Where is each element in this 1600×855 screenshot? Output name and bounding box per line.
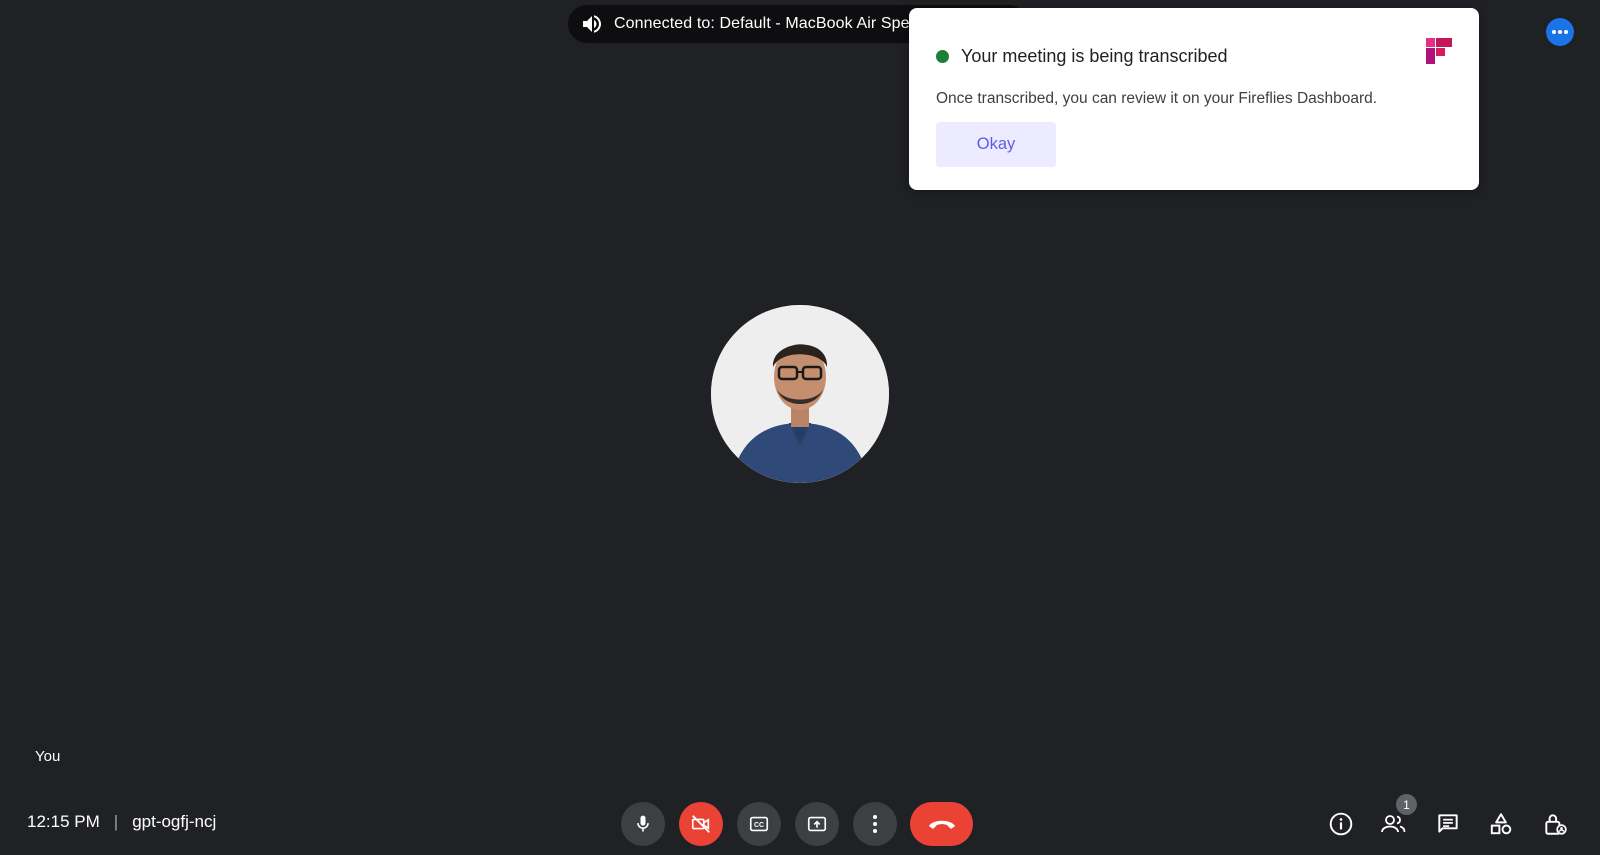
more-vert-icon xyxy=(873,815,877,833)
audio-output-text: Connected to: Default - MacBook Air Spea… xyxy=(614,15,950,32)
participant-avatar xyxy=(711,305,889,483)
notification-title: Your meeting is being transcribed xyxy=(961,46,1228,66)
present-button[interactable] xyxy=(795,802,839,846)
status-dot xyxy=(936,50,949,63)
more-controls-button[interactable] xyxy=(853,802,897,846)
fireflies-logo-icon xyxy=(1426,38,1452,64)
microphone-button[interactable] xyxy=(621,802,665,846)
meeting-separator: | xyxy=(113,812,119,831)
host-controls-button[interactable] xyxy=(1541,810,1569,838)
activities-button[interactable] xyxy=(1487,810,1515,838)
info-icon xyxy=(1329,812,1353,836)
transcription-notification: Your meeting is being transcribed Once t… xyxy=(909,8,1479,190)
more-horiz-icon xyxy=(1552,30,1568,34)
profile-photo-icon xyxy=(711,305,889,483)
closed-captions-icon: CC xyxy=(749,816,769,832)
notification-body: Once transcribed, you can review it on y… xyxy=(936,90,1378,107)
more-options-button[interactable] xyxy=(1546,18,1574,46)
end-call-icon xyxy=(928,820,955,829)
lock-person-icon xyxy=(1545,814,1567,835)
meeting-details-button[interactable] xyxy=(1327,810,1355,838)
chat-icon xyxy=(1438,814,1458,833)
present-screen-icon xyxy=(807,816,827,832)
svg-text:CC: CC xyxy=(754,822,764,829)
people-icon xyxy=(1381,815,1406,833)
okay-button[interactable]: Okay xyxy=(936,122,1056,167)
microphone-icon xyxy=(637,815,649,832)
speaker-icon xyxy=(583,15,601,33)
captions-button[interactable]: CC xyxy=(737,802,781,846)
meeting-time: 12:15 PM xyxy=(27,812,100,831)
meeting-code: gpt-ogfj-ncj xyxy=(132,812,217,831)
camera-button[interactable] xyxy=(679,802,723,846)
camera-off-icon xyxy=(691,815,710,833)
meeting-info: 12:15 PM | gpt-ogfj-ncj xyxy=(27,812,216,832)
end-call-button[interactable] xyxy=(910,802,973,846)
participant-name: You xyxy=(35,748,61,765)
chat-button[interactable] xyxy=(1434,810,1462,838)
activities-icon xyxy=(1490,813,1512,835)
people-count-badge: 1 xyxy=(1396,794,1417,815)
